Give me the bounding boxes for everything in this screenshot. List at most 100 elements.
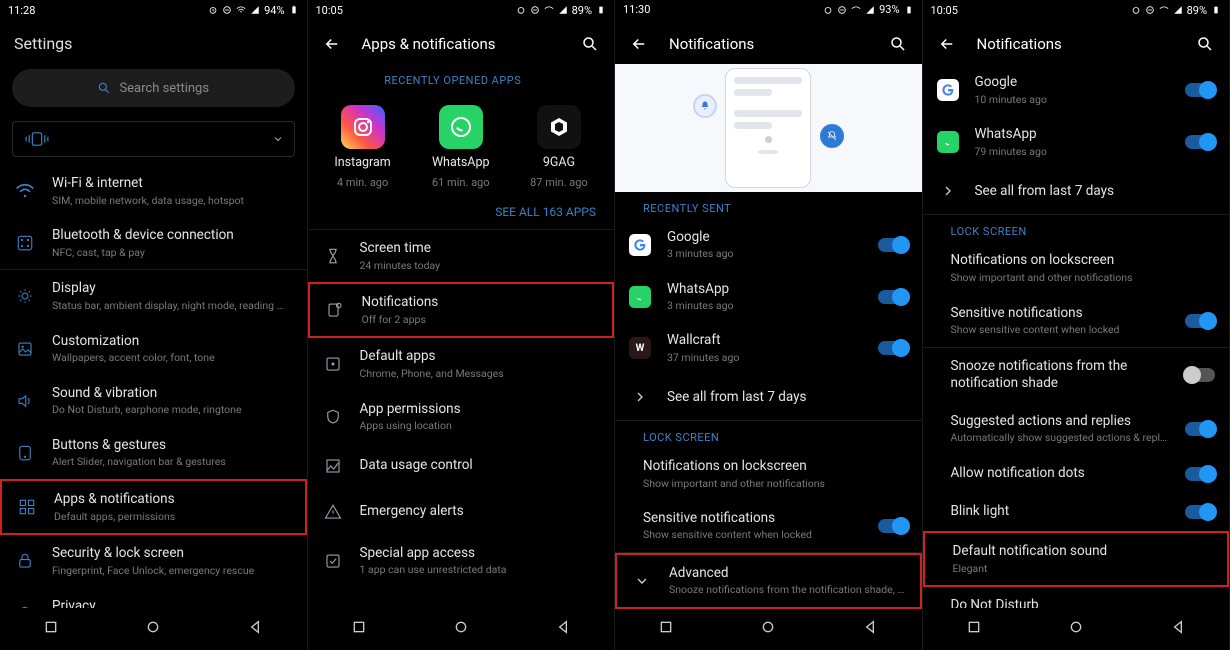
row-blink[interactable]: Blink light [923, 493, 1230, 531]
whatsapp-icon [439, 105, 483, 149]
app-instagram[interactable]: Instagram 4 min. ago [318, 105, 408, 189]
battery-icon [289, 5, 299, 15]
nav-bar [0, 608, 307, 650]
battery-pct: 94% [264, 4, 284, 17]
toggle-dots[interactable] [1185, 467, 1215, 481]
see-all-7days[interactable]: See all from last 7 days [615, 374, 922, 420]
row-sensitive-notif[interactable]: Sensitive notificationsShow sensitive co… [615, 500, 922, 552]
nav-recent[interactable] [966, 619, 982, 639]
row-wifi[interactable]: Wi-Fi & internetSIM, mobile network, dat… [0, 165, 307, 217]
recent-wallcraft[interactable]: W Wallcraft37 minutes ago [615, 323, 922, 375]
wifi-icon [236, 5, 246, 15]
nav-home[interactable] [453, 619, 469, 639]
toggle-google[interactable] [1185, 83, 1215, 97]
see-all-apps-link[interactable]: SEE ALL 163 APPS [308, 199, 615, 229]
row-special-access[interactable]: Special app access1 app can use unrestri… [308, 535, 615, 587]
signal-icon [1173, 5, 1183, 15]
row-advanced[interactable]: AdvancedSnooze notifications from the no… [615, 553, 922, 609]
battery-icon [596, 5, 606, 15]
see-all-7days[interactable]: See all from last 7 days [923, 168, 1230, 214]
toggle-whatsapp[interactable] [1185, 135, 1215, 149]
row-privacy[interactable]: PrivacyPermissions, personal data [0, 588, 307, 609]
row-sound[interactable]: Sound & vibrationDo Not Disturb, earphon… [0, 375, 307, 427]
row-buttons[interactable]: Buttons & gesturesAlert Slider, navigati… [0, 427, 307, 479]
row-apps-notifications[interactable]: Apps & notificationsDefault apps, permis… [0, 479, 307, 535]
status-bar: 11:28 94% [0, 0, 307, 20]
status-bar: 11:30 93% [615, 0, 922, 20]
recent-whatsapp[interactable]: WhatsApp79 minutes ago [923, 116, 1230, 168]
wifi-icon [851, 5, 861, 15]
page-title: Settings [0, 20, 307, 63]
row-security[interactable]: Security & lock screenFingerprint, Face … [0, 535, 307, 587]
row-customization[interactable]: CustomizationWallpapers, accent color, f… [0, 323, 307, 375]
gestures-icon [14, 442, 36, 464]
row-lockscreen-notif[interactable]: Notifications on lockscreenShow importan… [923, 242, 1230, 294]
toggle-suggested[interactable] [1185, 422, 1215, 436]
toggle-whatsapp[interactable] [878, 290, 908, 304]
default-apps-icon [322, 353, 344, 375]
row-app-permissions[interactable]: App permissionsApps using location [308, 391, 615, 443]
toggle-blink[interactable] [1185, 505, 1215, 519]
recent-google[interactable]: Google3 minutes ago [615, 219, 922, 271]
recently-label: RECENTLY OPENED APPS [308, 64, 615, 91]
toggle-sensitive[interactable] [878, 519, 908, 533]
search-button[interactable] [580, 34, 600, 54]
toggle-snooze[interactable] [1185, 368, 1215, 382]
recent-google[interactable]: Google10 minutes ago [923, 64, 1230, 116]
customization-icon [14, 338, 36, 360]
row-display[interactable]: DisplayStatus bar, ambient display, nigh… [0, 270, 307, 322]
nav-home[interactable] [1068, 619, 1084, 639]
row-emergency-alerts[interactable]: Emergency alerts [308, 489, 615, 535]
nav-home[interactable] [760, 619, 776, 639]
chevron-right-icon [629, 386, 651, 408]
row-sensitive[interactable]: Sensitive notificationsShow sensitive co… [923, 295, 1230, 347]
toggle-sensitive[interactable] [1185, 314, 1215, 328]
recent-apps: Instagram 4 min. ago WhatsApp 61 min. ag… [308, 91, 615, 199]
search-button[interactable] [888, 34, 908, 54]
quick-settings-panel[interactable] [12, 121, 295, 157]
nav-back[interactable] [555, 619, 571, 639]
app-whatsapp[interactable]: WhatsApp 61 min. ago [416, 105, 506, 189]
screen-notifications-1: 11:30 93% Notifications RECENTLY SENT Go… [615, 0, 923, 650]
nav-back[interactable] [1170, 619, 1186, 639]
row-dnd[interactable]: Do Not DisturbOff / 1 schedule can turn … [923, 587, 1230, 608]
special-access-icon [322, 550, 344, 572]
nav-recent[interactable] [43, 619, 59, 639]
search-button[interactable] [1195, 34, 1215, 54]
row-data-usage[interactable]: Data usage control [308, 443, 615, 489]
row-screen-time[interactable]: Screen time24 minutes today [308, 230, 615, 282]
wifi-icon [14, 180, 36, 202]
status-icons: 94% [208, 4, 298, 17]
status-bar: 10:05 89% [308, 0, 615, 20]
row-default-apps[interactable]: Default appsChrome, Phone, and Messages [308, 338, 615, 390]
app-9gag[interactable]: 9GAG 87 min. ago [514, 105, 604, 189]
page-title: Notifications [669, 35, 868, 53]
row-snooze[interactable]: Snooze notifications from the notificati… [923, 348, 1230, 403]
toggle-google[interactable] [878, 238, 908, 252]
nav-recent[interactable] [351, 619, 367, 639]
back-button[interactable] [937, 34, 957, 54]
nav-home[interactable] [145, 619, 161, 639]
lock-screen-label: LOCK SCREEN [923, 215, 1230, 242]
page-title: Notifications [977, 35, 1176, 53]
row-dots[interactable]: Allow notification dots [923, 455, 1230, 493]
alarm-icon [208, 5, 218, 15]
dnd-icon [837, 5, 847, 15]
search-input[interactable]: Search settings [12, 69, 295, 107]
back-button[interactable] [322, 34, 342, 54]
row-notifications[interactable]: NotificationsOff for 2 apps [308, 282, 615, 338]
row-default-sound[interactable]: Default notification soundElegant [923, 531, 1230, 587]
nav-back[interactable] [862, 619, 878, 639]
nav-recent[interactable] [658, 619, 674, 639]
nav-back[interactable] [247, 619, 263, 639]
back-button[interactable] [629, 34, 649, 54]
recent-whatsapp[interactable]: WhatsApp3 minutes ago [615, 271, 922, 323]
wifi-icon [1159, 5, 1169, 15]
toggle-wallcraft[interactable] [878, 341, 908, 355]
status-time: 10:05 [931, 4, 958, 17]
row-bluetooth[interactable]: Bluetooth & device connectionNFC, cast, … [0, 217, 307, 269]
header: Notifications [923, 20, 1230, 64]
row-suggested[interactable]: Suggested actions and repliesAutomatical… [923, 403, 1230, 455]
search-icon [97, 81, 111, 95]
row-lockscreen-notif[interactable]: Notifications on lockscreenShow importan… [615, 448, 922, 500]
